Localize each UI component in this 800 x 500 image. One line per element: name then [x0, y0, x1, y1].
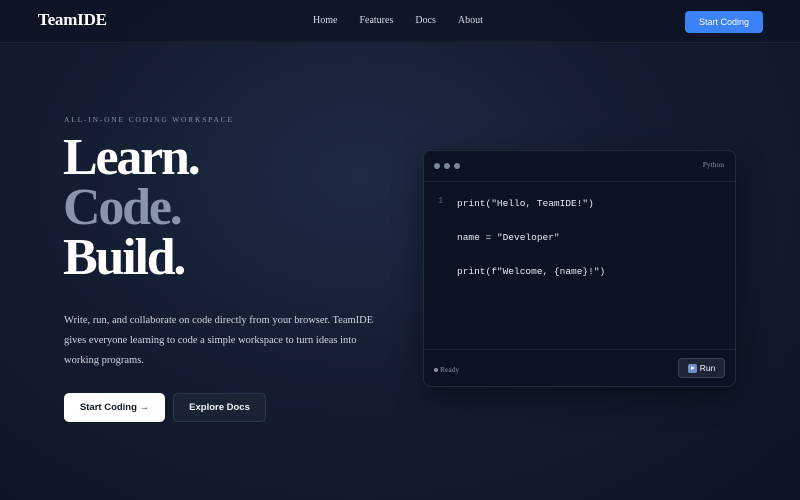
nav-link-docs[interactable]: Docs [415, 15, 436, 26]
nav-link-home[interactable]: Home [313, 15, 337, 26]
nav-link-features[interactable]: Features [359, 15, 393, 26]
code-line: name = "Developer" [457, 232, 560, 243]
top-navbar: TeamIDE Home Features Docs About Start C… [0, 0, 800, 43]
status-text: Ready [440, 365, 460, 374]
code-line: print(f"Welcome, {name}!") [457, 266, 606, 277]
run-label: Run [699, 363, 716, 373]
explore-docs-button[interactable]: Explore Docs [173, 393, 266, 422]
editor-titlebar: Python [424, 151, 735, 182]
code-editor-card: Python 1 print("Hello, TeamIDE!") name =… [423, 150, 736, 387]
headline-build: Build. [63, 229, 186, 286]
hero-headline: Learn. Code. Build. [63, 129, 201, 286]
editor-footer: Ready Run [424, 349, 735, 386]
nav-links: Home Features Docs About [313, 15, 505, 26]
hero-description: Write, run, and collaborate on code dire… [64, 315, 374, 366]
line-number: 1 [438, 196, 444, 206]
nav-link-about[interactable]: About [458, 15, 483, 26]
headline-learn: Learn. [63, 129, 201, 186]
window-dot-icon [434, 163, 440, 169]
editor-status: Ready [434, 365, 459, 374]
window-dot-icon [454, 163, 460, 169]
headline-code: Code. [63, 179, 183, 236]
play-icon [687, 363, 697, 373]
window-dot-icon [444, 163, 450, 169]
nav-start-coding-button[interactable]: Start Coding [685, 11, 763, 33]
hero-eyebrow: ALL-IN-ONE CODING WORKSPACE [64, 115, 234, 124]
run-button[interactable]: Run [678, 358, 725, 378]
code-line: print("Hello, TeamIDE!") [457, 198, 594, 209]
brand-logo[interactable]: TeamIDE [38, 10, 107, 30]
code-area[interactable]: print("Hello, TeamIDE!") name = "Develop… [457, 198, 605, 300]
language-label: Python [702, 160, 724, 169]
status-dot-icon [434, 368, 438, 373]
line-number-gutter: 1 [438, 196, 443, 206]
start-coding-button[interactable]: Start Coding → [64, 393, 165, 422]
